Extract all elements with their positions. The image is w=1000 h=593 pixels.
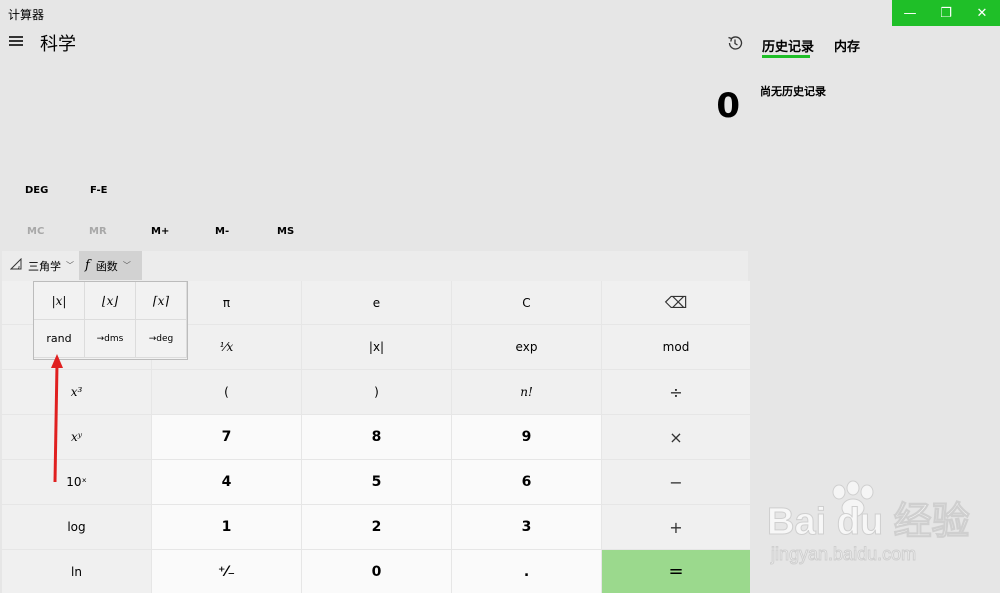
key-power[interactable]: xʸ — [2, 415, 151, 459]
memory-clear-button[interactable]: MC — [27, 226, 44, 237]
restore-button[interactable]: ❐ — [928, 0, 964, 26]
mode-title: 科学 — [40, 34, 76, 55]
history-icon[interactable] — [725, 33, 745, 53]
key-clear[interactable]: C — [452, 281, 601, 324]
key-cube[interactable]: x³ — [2, 370, 151, 414]
memory-recall-button[interactable]: MR — [89, 226, 107, 237]
function-label: 函数 — [95, 259, 118, 273]
key-8[interactable]: 8 — [302, 415, 451, 459]
key-9[interactable]: 9 — [452, 415, 601, 459]
flyout-to-deg[interactable]: →deg — [136, 320, 187, 358]
key-7[interactable]: 7 — [152, 415, 301, 459]
key-factorial[interactable]: n! — [452, 370, 601, 414]
key-abs[interactable]: |x| — [302, 325, 451, 369]
function-icon: f — [85, 258, 90, 273]
trig-dropdown[interactable]: 三角学 ﹀ — [4, 251, 80, 280]
key-5[interactable]: 5 — [302, 460, 451, 504]
key-open-paren[interactable]: ( — [152, 370, 301, 414]
key-2[interactable]: 2 — [302, 505, 451, 549]
result-display: 0 — [716, 86, 740, 126]
annotation-arrow-icon — [51, 354, 63, 483]
chevron-down-icon: ﹀ — [66, 261, 74, 270]
watermark-brand: Bai du 经验 — [767, 501, 970, 543]
memory-add-button[interactable]: M+ — [151, 226, 169, 237]
fe-button[interactable]: F-E — [90, 185, 108, 196]
active-tab-indicator — [762, 55, 810, 58]
watermark-url: jingyan.baidu.com — [770, 544, 916, 564]
tab-history[interactable]: 历史记录 — [762, 36, 814, 55]
no-history-message: 尚无历史记录 — [760, 85, 826, 98]
key-backspace[interactable]: ⌫ — [602, 281, 750, 324]
key-close-paren[interactable]: ) — [302, 370, 451, 414]
function-flyout: |x| ⌊x⌋ ⌈x⌉ rand →dms →deg — [33, 281, 188, 360]
function-dropdown[interactable]: f 函数 ﹀ — [79, 251, 142, 280]
flyout-to-dms[interactable]: →dms — [85, 320, 136, 358]
flyout-floor[interactable]: ⌊x⌋ — [85, 282, 136, 320]
key-divide[interactable]: ÷ — [602, 370, 750, 414]
close-button[interactable]: ✕ — [964, 0, 1000, 26]
memory-store-button[interactable]: MS — [277, 226, 294, 237]
flyout-ceil[interactable]: ⌈x⌉ — [136, 282, 187, 320]
key-log[interactable]: log — [2, 505, 151, 549]
key-6[interactable]: 6 — [452, 460, 601, 504]
key-4[interactable]: 4 — [152, 460, 301, 504]
memory-subtract-button[interactable]: M- — [215, 226, 229, 237]
key-e[interactable]: e — [302, 281, 451, 324]
window-title: 计算器 — [8, 8, 45, 22]
key-3[interactable]: 3 — [452, 505, 601, 549]
window-controls: — ❐ ✕ — [892, 0, 1000, 26]
triangle-icon — [9, 257, 22, 273]
minimize-button[interactable]: — — [892, 0, 928, 26]
tab-memory[interactable]: 内存 — [834, 36, 860, 55]
key-exp[interactable]: exp — [452, 325, 601, 369]
key-1[interactable]: 1 — [152, 505, 301, 549]
chevron-down-icon: ﹀ — [122, 261, 131, 270]
key-subtract[interactable]: − — [602, 460, 750, 504]
key-multiply[interactable]: × — [602, 415, 750, 459]
menu-icon[interactable] — [9, 36, 23, 46]
key-add[interactable]: + — [602, 505, 750, 549]
baidu-watermark: Bai du 经验 jingyan.baidu.com — [767, 480, 970, 565]
trig-label: 三角学 — [28, 259, 61, 273]
angle-mode-button[interactable]: DEG — [25, 185, 48, 196]
flyout-abs[interactable]: |x| — [34, 282, 85, 320]
key-ten-power[interactable]: 10ˣ — [2, 460, 151, 504]
key-mod[interactable]: mod — [602, 325, 750, 369]
